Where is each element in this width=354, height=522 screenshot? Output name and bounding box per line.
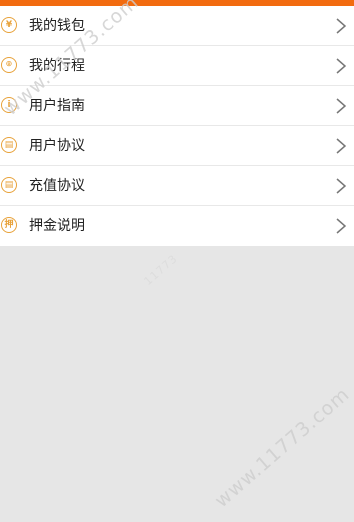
chevron-right-icon — [336, 178, 347, 194]
menu-item-user-agreement[interactable]: ▤ 用户协议 — [0, 126, 354, 166]
menu-item-trips[interactable]: ⌾ 我的行程 — [0, 46, 354, 86]
info-icon: i — [1, 97, 17, 113]
chevron-right-icon — [336, 58, 347, 74]
location-icon: ⌾ — [1, 57, 17, 73]
watermark-text: 11773 — [141, 251, 181, 288]
chevron-right-icon — [336, 18, 347, 34]
document-icon: ▤ — [1, 137, 17, 153]
menu-item-user-guide[interactable]: i 用户指南 — [0, 86, 354, 126]
recharge-document-icon: ▤ — [1, 177, 17, 193]
yen-icon: ¥ — [1, 17, 17, 33]
menu-item-deposit-info[interactable]: 押 押金说明 — [0, 206, 354, 246]
menu-item-label: 我的行程 — [29, 58, 85, 74]
menu-item-label: 用户指南 — [29, 98, 85, 114]
menu-item-recharge-agreement[interactable]: ▤ 充值协议 — [0, 166, 354, 206]
menu-item-label: 用户协议 — [29, 138, 85, 154]
chevron-right-icon — [336, 98, 347, 114]
chevron-right-icon — [336, 138, 347, 154]
watermark-text: www.11773.com — [210, 383, 354, 512]
menu-item-label: 押金说明 — [29, 218, 85, 234]
menu-item-label: 充值协议 — [29, 178, 85, 194]
menu-item-wallet[interactable]: ¥ 我的钱包 — [0, 6, 354, 46]
menu-list: ¥ 我的钱包 ⌾ 我的行程 i 用户指南 ▤ 用户协议 ▤ 充值协议 押 押金说… — [0, 6, 354, 246]
deposit-icon: 押 — [1, 217, 17, 233]
menu-item-label: 我的钱包 — [29, 18, 85, 34]
chevron-right-icon — [336, 218, 347, 234]
